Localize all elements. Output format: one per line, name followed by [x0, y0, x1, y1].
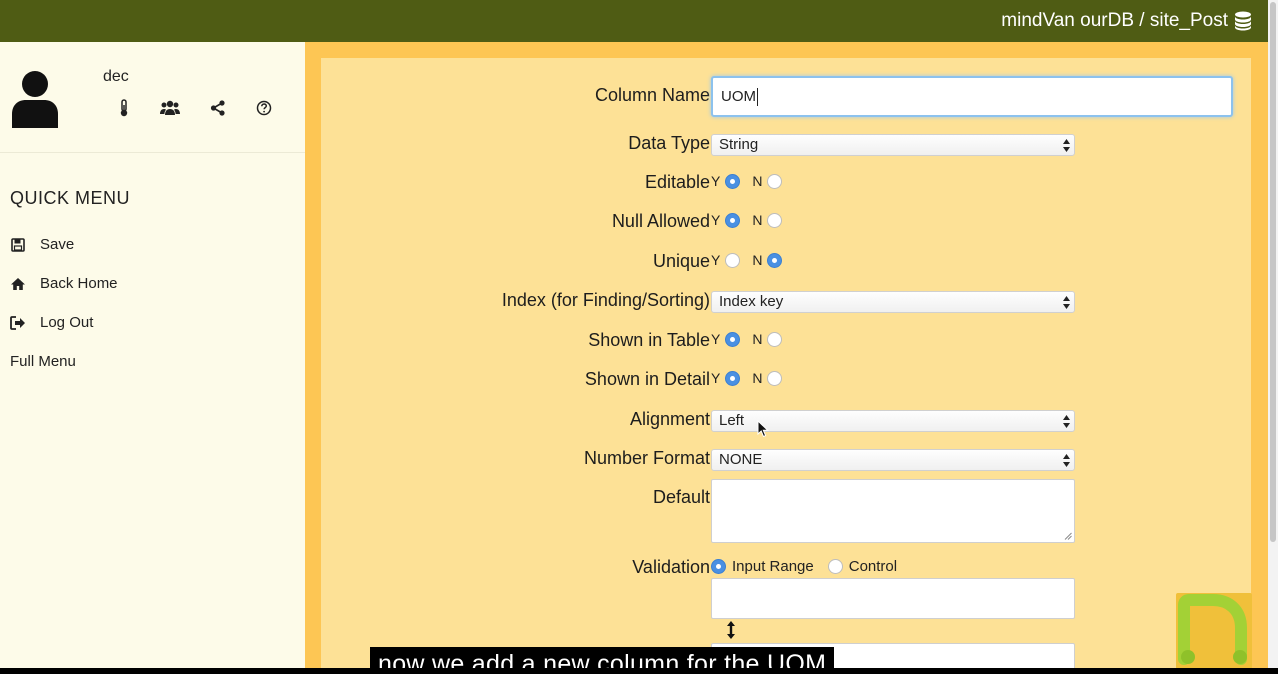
logo-icon: [1178, 594, 1247, 665]
editable-radio-group: Y N: [711, 173, 788, 189]
index-select[interactable]: Index key: [711, 291, 1075, 313]
text-caret: [757, 88, 758, 107]
data-type-select[interactable]: String: [711, 134, 1075, 156]
mouse-pointer-icon: [757, 420, 769, 438]
validation-input-range-radio[interactable]: [711, 559, 726, 574]
sidebar-divider: [0, 152, 305, 153]
number-format-select[interactable]: NONE: [711, 449, 1075, 471]
shown-in-table-yes-radio[interactable]: [725, 331, 741, 347]
unique-no-radio[interactable]: [767, 252, 783, 268]
menu-item-label: Back Home: [40, 275, 118, 292]
editable-no-radio[interactable]: [767, 173, 783, 189]
label-shown-in-table: Shown in Table: [588, 330, 710, 350]
shown-in-table-radio-group: Y N: [711, 331, 788, 347]
full-menu-link[interactable]: Full Menu: [10, 353, 76, 370]
unique-yes-radio[interactable]: [725, 252, 741, 268]
username: dec: [103, 68, 129, 85]
select-arrows-icon: [1063, 139, 1070, 152]
label-validation: Validation: [632, 557, 710, 577]
label-editable: Editable: [644, 172, 710, 192]
label-alignment: Alignment: [629, 409, 710, 429]
resize-grip-icon[interactable]: [1064, 532, 1072, 540]
label-null-allowed: Null Allowed: [611, 211, 710, 231]
validation-radio-group: Input Range Control: [706, 558, 897, 575]
database-icon: [1235, 11, 1251, 31]
logout-icon: [10, 315, 26, 331]
menu-item-save[interactable]: Save: [10, 236, 74, 253]
video-bottom-bar: [0, 668, 1278, 674]
label-number-format: Number Format: [583, 448, 710, 468]
validation-range-input[interactable]: [711, 578, 1075, 619]
save-icon: [10, 237, 26, 253]
scrollbar-thumb[interactable]: [1270, 2, 1276, 542]
home-icon: [10, 276, 26, 292]
top-bar: mindVan ourDB / site_Post: [0, 0, 1268, 42]
resize-cursor-icon: [727, 621, 735, 639]
menu-item-label: Log Out: [40, 314, 94, 331]
shown-in-detail-radio-group: Y N: [711, 370, 788, 386]
label-shown-in-detail: Shown in Detail: [584, 369, 710, 389]
thermometer-icon[interactable]: [114, 98, 134, 118]
label-column-name: Column Name: [594, 85, 710, 105]
label-default: Default: [652, 487, 710, 507]
users-icon[interactable]: [160, 98, 180, 118]
label-data-type: Data Type: [628, 133, 710, 153]
default-textarea[interactable]: [711, 479, 1075, 543]
sidebar: dec QUICK MENU Save Back Home Log Out Fu…: [0, 42, 305, 674]
null-allowed-radio-group: Y N: [711, 212, 788, 228]
scrollbar[interactable]: [1268, 0, 1278, 674]
shown-in-table-no-radio[interactable]: [767, 331, 783, 347]
select-arrows-icon: [1063, 296, 1070, 309]
label-unique: Unique: [652, 251, 710, 271]
menu-item-label: Save: [40, 236, 75, 253]
app-title[interactable]: mindVan ourDB / site_Post: [1001, 10, 1228, 32]
label-index: Index (for Finding/Sorting): [501, 290, 710, 310]
share-icon[interactable]: [208, 98, 228, 118]
shown-in-detail-yes-radio[interactable]: [725, 370, 741, 386]
select-arrows-icon: [1063, 454, 1070, 467]
user-avatar-icon[interactable]: [10, 70, 60, 128]
validation-control-radio[interactable]: [827, 559, 843, 574]
column-name-input[interactable]: UOM: [711, 76, 1233, 117]
help-icon[interactable]: [254, 98, 274, 118]
null-allowed-yes-radio[interactable]: [725, 212, 741, 228]
null-allowed-no-radio[interactable]: [767, 212, 783, 228]
menu-item-log-out[interactable]: Log Out: [10, 314, 93, 331]
editable-yes-radio[interactable]: [725, 173, 741, 189]
shown-in-detail-no-radio[interactable]: [767, 370, 783, 386]
quick-menu-title: QUICK MENU: [10, 188, 131, 208]
select-arrows-icon: [1063, 415, 1070, 428]
unique-radio-group: Y N: [711, 252, 788, 268]
logo-watermark: [1176, 593, 1252, 669]
menu-item-back-home[interactable]: Back Home: [10, 275, 118, 292]
